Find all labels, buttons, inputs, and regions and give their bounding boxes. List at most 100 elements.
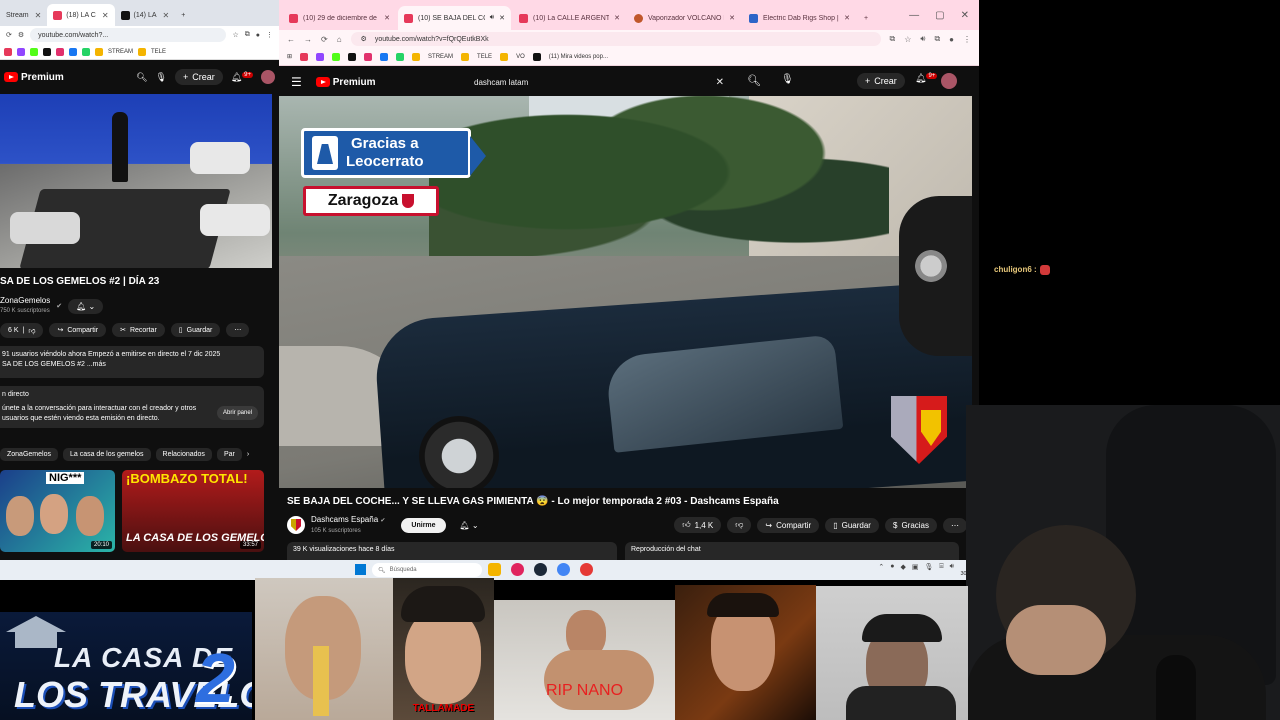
left-tab-2[interactable]: (18) LA C ✕ [47,4,115,26]
network-icon[interactable]: ⌸ [939,563,943,571]
tray-app-icon[interactable]: ● [890,563,894,571]
chip-la-casa[interactable]: La casa de los gemelos [62,447,151,461]
join-button[interactable]: Unirme [401,517,446,533]
bookmark-whatsapp-icon[interactable] [82,47,90,56]
reload-icon[interactable]: ⟳ [6,31,12,39]
subscribed-bell-button[interactable]: 🔔︎ ⌄ [68,298,104,314]
left-channel-name[interactable]: ZonaGemelos [0,296,50,306]
bookmark-tele[interactable]: TELE [477,54,492,60]
recommended-video-thumbnail[interactable]: ¡BOMBAZO TOTAL! LA CASA DE LOS GEMELO 33… [122,470,264,552]
main-tab-5[interactable]: Electric Dab Rigs Shop | Puff ✕ [743,6,856,30]
bookmark-tele[interactable]: TELE [151,49,166,55]
bookmark-videos[interactable]: (11) Mira videos pop... [549,54,608,60]
recommended-video-thumbnail[interactable]: NIG*** 20:10 [0,470,115,552]
mic-icon[interactable]: 🎙︎ [781,74,794,85]
menu-icon[interactable]: ⋮ [963,35,971,44]
menu-icon[interactable]: ⋮ [266,31,273,39]
left-video-player[interactable] [0,94,272,268]
close-icon[interactable]: ✕ [163,11,170,20]
star-icon[interactable]: ☆ [232,31,238,39]
main-url-field[interactable]: ⚙ youtube.com/watch?v=fQrQEutkBXk [350,32,881,46]
extensions-icon[interactable]: ⧉ [934,34,940,44]
chip-par[interactable]: Par [216,447,242,461]
maximize-icon[interactable]: ▢ [935,10,944,21]
close-icon[interactable]: ✕ [102,11,109,20]
mic-icon[interactable]: 🎙︎ [924,563,933,571]
youtube-premium-logo[interactable]: Premium [315,77,376,88]
site-info-icon[interactable]: ⚙ [18,31,24,39]
avatar[interactable] [261,70,275,84]
reload-icon[interactable]: ⟳ [321,35,328,44]
left-tab-3[interactable]: (14) LA ✕ [115,4,176,26]
description-box[interactable]: 39 K visualizaciones hace 8 días [287,542,617,562]
notifications-icon[interactable]: 🔔︎ 9+ [231,71,253,83]
audio-icon[interactable]: 🔊︎ [920,34,925,44]
chrome-icon[interactable] [557,563,570,576]
new-tab-button[interactable]: + [175,4,191,26]
chevron-right-icon[interactable]: › [247,451,249,458]
extensions-icon[interactable]: ⧉ [245,31,250,39]
left-tab-1[interactable]: Stream ✕ [0,4,47,26]
bookmark-vo[interactable]: VO [516,54,525,60]
chat-replay-box[interactable]: Reproducción del chat [625,542,959,562]
channel-avatar[interactable] [287,516,305,534]
home-icon[interactable]: ⌂ [337,35,342,44]
back-icon[interactable]: ← [287,35,295,44]
create-button[interactable]: + Crear [174,69,223,85]
thanks-button[interactable]: $ Gracias [884,517,937,533]
close-icon[interactable]: ✕ [384,14,390,22]
bookmark-instagram-icon[interactable] [56,47,64,56]
minimize-icon[interactable]: — [909,10,919,21]
site-info-icon[interactable]: ⚙ [361,35,367,43]
chip-zonagemelos[interactable]: ZonaGemelos [0,447,58,461]
notifications-icon[interactable]: 🔔︎ 9+ [915,73,938,84]
tray-app-icon[interactable]: ▣ [912,563,919,571]
avatar[interactable] [941,73,957,89]
subscribed-bell-button[interactable]: 🔔︎ ⌄ [452,518,487,533]
left-like-button[interactable]: 6 K | 👎︎ [0,322,44,338]
volume-icon[interactable]: 🔊︎ [950,563,954,571]
close-icon[interactable]: ✕ [844,14,850,22]
more-icon[interactable]: ⋯ [943,517,967,533]
chevron-up-icon[interactable]: ⌃ [878,563,884,571]
bookmark-twitch-icon[interactable] [17,47,25,56]
dislike-button[interactable]: 👎︎ [727,517,752,533]
star-icon[interactable]: ☆ [904,35,911,44]
clear-search-icon[interactable]: ✕ [716,77,724,88]
left-share-button[interactable]: ↪ Compartir [49,323,107,337]
main-tab-2[interactable]: (10) SE BAJA DEL COCHE 🔊︎ ✕ [398,6,511,30]
main-tab-4[interactable]: Vaporizador VOLCANO HYBRID ✕ [628,6,741,30]
profile-icon[interactable]: ● [256,32,260,39]
taskbar-search[interactable]: 🔍︎ Búsqueda [372,563,482,577]
tray-app-icon[interactable]: ◆ [900,563,905,571]
main-share-button[interactable]: ↪ Compartir [757,517,820,533]
chip-relacionados[interactable]: Relacionados [155,447,212,461]
close-icon[interactable]: ✕ [614,14,620,22]
mute-icon[interactable]: 🔊︎ [490,14,494,22]
main-like-button[interactable]: 👍︎ 1,4 K [674,517,722,533]
left-description-box[interactable]: 91 usuarios viéndolo ahora Empezó a emit… [0,346,264,378]
bookmark-youtube-icon[interactable] [300,52,309,61]
bookmark-twitch-icon[interactable] [316,52,325,61]
file-explorer-icon[interactable] [488,563,501,576]
close-icon[interactable]: ✕ [35,11,42,20]
apps-icon[interactable]: ⊞ [287,53,292,60]
close-icon[interactable]: ✕ [499,14,505,22]
windows-start-icon[interactable] [355,564,366,575]
left-url-field[interactable]: youtube.com/watch?... [30,28,227,42]
bookmark-kick-icon[interactable] [30,47,38,56]
search-icon[interactable]: 🔍︎ [747,74,761,87]
mic-icon[interactable]: 🎙︎ [156,72,167,83]
bookmark-facebook-icon[interactable] [69,47,77,56]
more-icon[interactable]: ⋯ [226,323,250,337]
close-icon[interactable]: ✕ [729,14,735,22]
profile-icon[interactable]: ● [949,35,954,44]
open-panel-button[interactable]: Abrir panel [216,406,258,420]
app-icon[interactable] [511,563,524,576]
bookmark-facebook-icon[interactable] [380,52,389,61]
search-input[interactable]: dashcam latam ✕ [464,72,734,92]
bookmark-kick-icon[interactable] [332,52,341,61]
close-window-icon[interactable]: ✕ [961,10,969,21]
left-clip-button[interactable]: ✂ Recortar [112,323,165,337]
youtube-premium-logo[interactable]: Premium [4,72,64,83]
